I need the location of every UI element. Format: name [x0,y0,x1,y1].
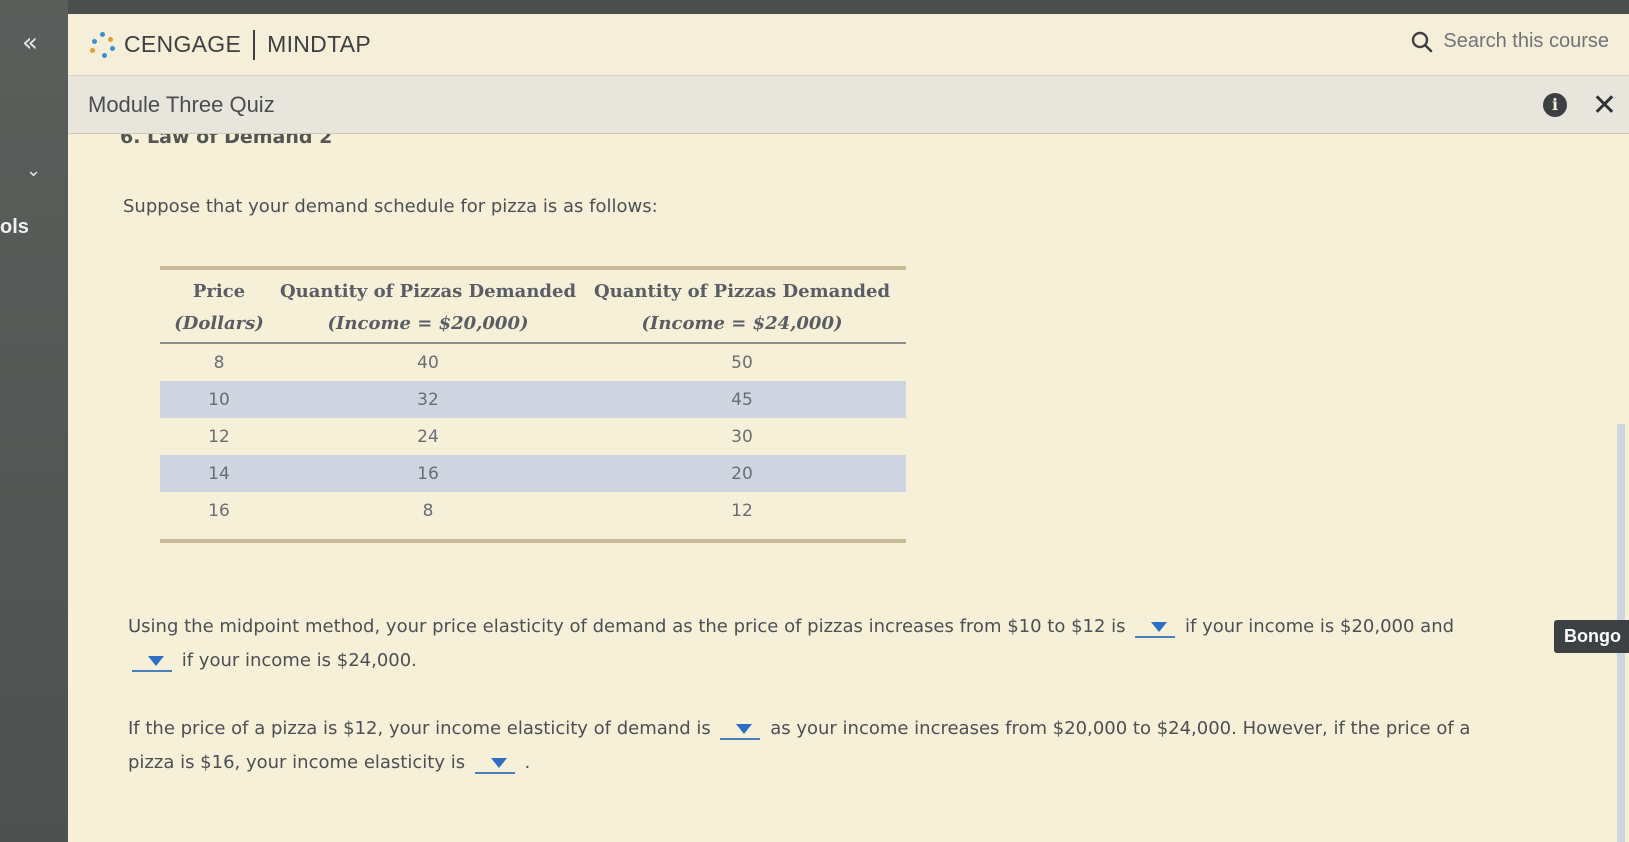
question-paragraph-1: Using the midpoint method, your price el… [128,616,1455,672]
table-row: 12 24 30 [208,426,753,447]
brand-divider [253,29,256,60]
table-row: 14 16 20 [160,455,906,492]
left-rail: « ⌄ ols [0,0,68,842]
bongo-button[interactable]: Bongo [1554,620,1629,653]
question-content: 6. Law of Demand 2 Suppose that your dem… [68,134,1608,842]
elasticity-dropdown-income-24000[interactable] [132,650,172,672]
header-qty-24000: Quantity of Pizzas Demanded (Income = $2… [593,281,891,334]
income-elasticity-dropdown-price-16[interactable] [474,752,515,774]
table-row: 16 8 12 [208,500,753,521]
cengage-logo-icon [88,30,118,60]
scrollbar[interactable] [1613,134,1629,842]
tools-label[interactable]: ols [0,216,29,239]
table-row: 8 40 50 [213,352,753,373]
brand-name: CENGAGE [124,31,242,57]
search-icon [1412,31,1433,52]
elasticity-dropdown-income-20000[interactable] [1135,616,1176,638]
demand-schedule-table: Price (Dollars) Quantity of Pizzas Deman… [160,266,906,543]
table-row: 10 32 45 [160,381,906,418]
header-qty-20000: Quantity of Pizzas Demanded (Income = $2… [279,281,577,334]
mindtap-window: CENGAGE MINDTAP Search this course Modul… [68,14,1629,842]
info-icon[interactable]: i [1543,93,1567,117]
question-title: 6. Law of Demand 2 [120,134,333,148]
chevron-down-icon[interactable]: ⌄ [26,160,41,181]
course-search[interactable]: Search this course [1411,30,1609,53]
cengage-logo[interactable]: CENGAGE MINDTAP [88,29,372,60]
table-bottom-rule [160,539,906,543]
question-intro: Suppose that your demand schedule for pi… [123,196,658,217]
table-header: Price (Dollars) Quantity of Pizzas Deman… [160,270,906,344]
double-chevron-left-icon[interactable]: « [22,28,38,58]
header-price: Price (Dollars) [174,281,264,334]
income-elasticity-dropdown-price-12[interactable] [720,718,761,740]
search-input[interactable]: Search this course [1443,30,1609,53]
top-bar: CENGAGE MINDTAP Search this course [68,14,1629,76]
module-bar: Module Three Quiz i ✕ [68,76,1629,134]
product-name: MINDTAP [267,31,372,57]
question-paragraph-2: If the price of a pizza is $12, your inc… [128,718,1471,774]
close-icon[interactable]: ✕ [1592,88,1617,123]
module-title: Module Three Quiz [88,91,275,117]
